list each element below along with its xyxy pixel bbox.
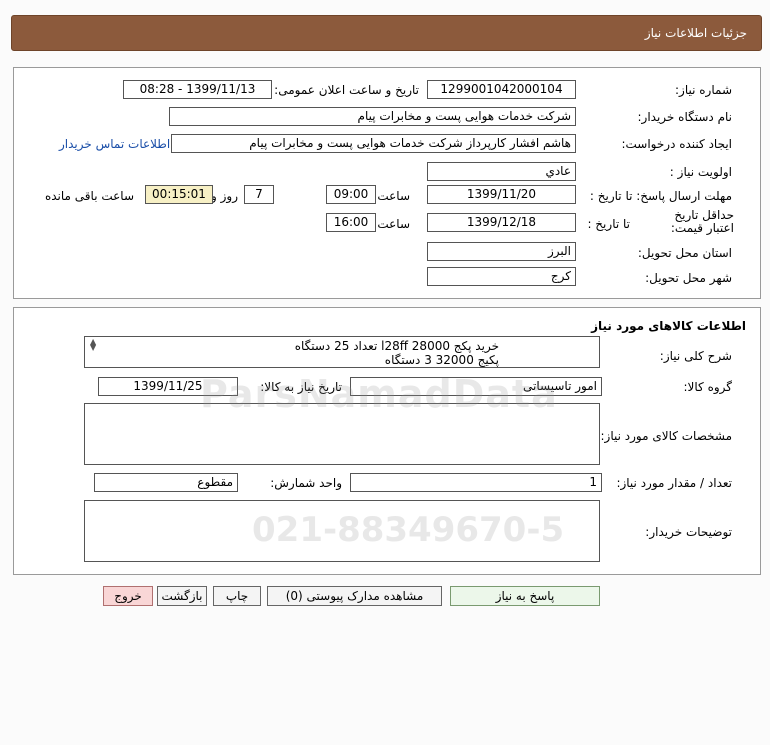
print-button[interactable]: چاپ: [213, 586, 261, 606]
validity-time-label: ساعت: [377, 217, 410, 231]
quantity-label: تعداد / مقدار مورد نیاز:: [616, 476, 732, 490]
remaining-label: ساعت باقی مانده: [44, 189, 134, 203]
goods-group-field: امور تاسیساتی: [350, 377, 602, 396]
page-title: جزئیات اطلاعات نیاز: [644, 26, 747, 40]
goods-section-title: اطلاعات کالاهای مورد نیاز: [591, 319, 746, 333]
buyer-contact-link[interactable]: اطلاعات تماس خریدار: [59, 137, 170, 151]
attachments-button[interactable]: مشاهده مدارک پیوستی (0): [267, 586, 442, 606]
description-line-1: خرید پکج l28ff 28000 تعداد 25 دستگاه: [294, 339, 499, 353]
quantity-field: 1: [350, 473, 602, 492]
send-time-field: 09:00: [326, 185, 376, 204]
unit-field: مقطوع: [94, 473, 238, 492]
validity-to-label: تا تاریخ :: [587, 217, 630, 231]
buyer-notes-label: توضیحات خریدار:: [645, 525, 732, 539]
buyer-org-label: نام دستگاه خریدار:: [637, 110, 733, 124]
validity-label: حداقل تاریخ اعتبار قیمت:: [670, 208, 734, 235]
buyer-notes-field[interactable]: [84, 500, 600, 562]
announce-field: 1399/11/13 - 08:28: [123, 80, 272, 99]
need-number-label: شماره نیاز:: [675, 83, 732, 97]
page-header: جزئیات اطلاعات نیاز: [11, 15, 762, 51]
days-field: 7: [244, 185, 274, 204]
need-info-panel: شماره نیاز: 1299001042000104 تاریخ و ساع…: [13, 67, 761, 299]
creator-field: هاشم افشار کارپرداز شرکت خدمات هوایی پست…: [171, 134, 576, 153]
scroll-arrows-icon[interactable]: ▲ ▼: [90, 338, 96, 352]
priority-field: عادي: [427, 162, 576, 181]
description-line-2: پکیج 32000 3 دستگاه: [384, 353, 499, 367]
province-label: استان محل تحویل:: [637, 246, 732, 260]
send-deadline-label: مهلت ارسال پاسخ: تا تاریخ :: [589, 189, 732, 203]
specs-label: مشخصات کالای مورد نیاز:: [600, 429, 732, 443]
description-label: شرح کلی نیاز:: [659, 349, 732, 363]
send-time-label: ساعت: [377, 189, 410, 203]
description-field[interactable]: ▲ ▼ خرید پکج l28ff 28000 تعداد 25 دستگاه …: [84, 336, 600, 368]
reply-button[interactable]: پاسخ به نیاز: [450, 586, 600, 606]
need-date-field: 1399/11/25: [98, 377, 238, 396]
need-number-field: 1299001042000104: [427, 80, 576, 99]
city-label: شهر محل تحویل:: [645, 271, 732, 285]
send-date-field: 1399/11/20: [427, 185, 576, 204]
specs-field[interactable]: [84, 403, 600, 465]
goods-group-label: گروه کالا:: [683, 380, 733, 394]
province-field: البرز: [427, 242, 576, 261]
goods-info-panel: اطلاعات کالاهای مورد نیاز شرح کلی نیاز: …: [13, 307, 761, 575]
validity-time-field: 16:00: [326, 213, 376, 232]
city-field: کرج: [427, 267, 576, 286]
buyer-org-field: شرکت خدمات هوایی پست و مخابرات پیام: [169, 107, 576, 126]
exit-button[interactable]: خروج: [103, 586, 153, 606]
creator-label: ایجاد کننده درخواست:: [621, 137, 732, 151]
remaining-time-field: 00:15:01: [145, 185, 213, 204]
validity-date-field: 1399/12/18: [427, 213, 576, 232]
announce-label: تاریخ و ساعت اعلان عمومی:: [274, 83, 419, 97]
days-label: روز و: [211, 189, 238, 203]
need-date-label: تاریخ نیاز به کالا:: [260, 380, 342, 394]
back-button[interactable]: بازگشت: [157, 586, 207, 606]
unit-label: واحد شمارش:: [270, 476, 342, 490]
priority-label: اولویت نیاز :: [669, 165, 732, 179]
